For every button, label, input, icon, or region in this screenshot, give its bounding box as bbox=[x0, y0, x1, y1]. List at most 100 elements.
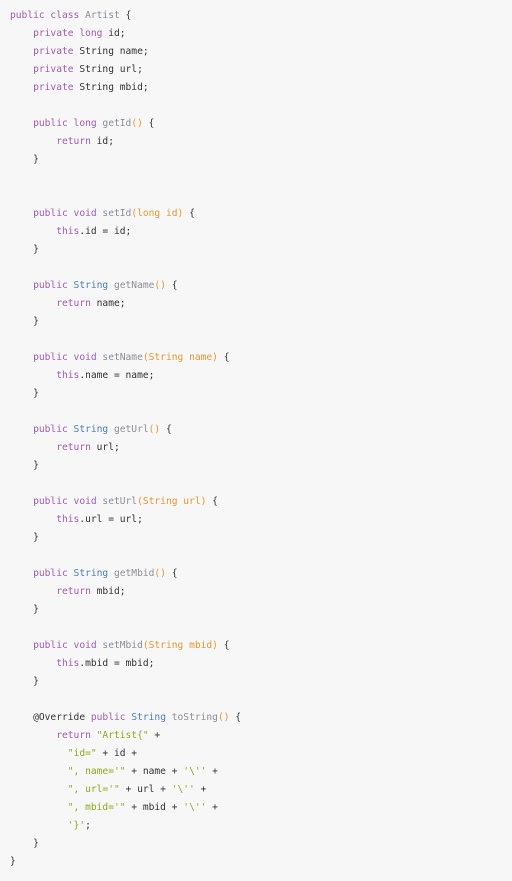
code-token-keyword: public void bbox=[33, 208, 103, 219]
code-token-keyword: private bbox=[33, 82, 80, 93]
code-token-annotation: @Override bbox=[33, 712, 91, 723]
code-token-string-literal: '\'' bbox=[183, 766, 207, 777]
code-line: private String name; bbox=[10, 43, 241, 61]
code-token-code-text: + bbox=[206, 766, 218, 777]
code-line: } bbox=[10, 853, 241, 871]
code-token-code-text bbox=[10, 118, 33, 129]
code-line: '}'; bbox=[10, 817, 241, 835]
code-token-parameters: () bbox=[148, 424, 161, 435]
code-line: public String getUrl() { bbox=[10, 421, 241, 439]
code-token-function-name: getMbid bbox=[113, 568, 155, 579]
code-token-parameters: (long id) bbox=[131, 208, 184, 219]
code-token-code-text bbox=[10, 748, 68, 759]
code-token-parameters: () bbox=[154, 280, 166, 291]
code-line: private String url; bbox=[10, 61, 241, 79]
code-token-code-text bbox=[10, 46, 33, 57]
code-token-code-text: { bbox=[160, 424, 172, 435]
code-line: public String getName() { bbox=[10, 277, 241, 295]
code-token-code-text: + bbox=[194, 784, 207, 795]
code-token-code-text: + mbid + bbox=[125, 802, 184, 813]
code-token-parameters: (String mbid) bbox=[142, 640, 218, 651]
code-token-code-text bbox=[10, 28, 33, 39]
code-token-code-text: } bbox=[10, 460, 39, 471]
code-line: this.mbid = mbid; bbox=[10, 655, 241, 673]
code-token-code-text: name; bbox=[96, 298, 126, 309]
code-token-code-text bbox=[10, 514, 56, 525]
code-token-code-text: } bbox=[10, 532, 39, 543]
code-line: ​ bbox=[10, 259, 241, 277]
code-token-function-name: setName bbox=[102, 352, 143, 363]
code-token-code-text bbox=[10, 82, 33, 93]
code-token-code-text: url; bbox=[96, 442, 120, 453]
code-token-type: String bbox=[73, 424, 114, 435]
code-token-parameters: (String name) bbox=[142, 352, 218, 363]
code-line: ​ bbox=[10, 619, 241, 637]
code-token-keyword: public bbox=[33, 424, 74, 435]
code-token-type: String bbox=[73, 280, 114, 291]
code-token-code-text bbox=[10, 136, 56, 147]
code-token-code-text: + name + bbox=[125, 766, 184, 777]
code-token-string-literal: ", url='" bbox=[67, 784, 120, 795]
code-line: ​ bbox=[10, 691, 241, 709]
code-token-keyword: public bbox=[90, 712, 132, 723]
code-line: "id=" + id + bbox=[10, 745, 241, 763]
code-token-code-text: String url; bbox=[79, 64, 143, 75]
code-token-keyword: private long bbox=[33, 28, 109, 39]
code-token-code-text: } bbox=[10, 856, 16, 867]
code-token-code-text: } bbox=[10, 604, 39, 615]
code-line: public long getId() { bbox=[10, 115, 241, 133]
code-block[interactable]: public class Artist { private long id; p… bbox=[10, 7, 241, 871]
code-line: ​ bbox=[10, 403, 241, 421]
code-line: return name; bbox=[10, 295, 241, 313]
code-token-code-text: String mbid; bbox=[79, 82, 149, 93]
code-token-code-text: + url + bbox=[119, 784, 172, 795]
code-token-function-name: setMbid bbox=[102, 640, 143, 651]
code-token-keyword: return bbox=[56, 442, 97, 453]
code-token-code-text bbox=[10, 298, 56, 309]
code-token-code-text bbox=[10, 280, 33, 291]
code-token-code-text: } bbox=[10, 838, 39, 849]
code-line: public void setMbid(String mbid) { bbox=[10, 637, 241, 655]
code-token-type: String bbox=[73, 568, 114, 579]
code-token-code-text: { bbox=[119, 10, 132, 21]
code-token-code-text: } bbox=[10, 244, 39, 255]
code-token-parameters: (String url) bbox=[137, 496, 207, 507]
code-token-code-text bbox=[10, 568, 33, 579]
code-token-code-text bbox=[10, 640, 33, 651]
code-line: ​ bbox=[10, 547, 241, 565]
code-line: } bbox=[10, 241, 241, 259]
code-token-code-text: String name; bbox=[79, 46, 149, 57]
code-token-code-text: } bbox=[10, 388, 39, 399]
code-token-code-text bbox=[10, 424, 33, 435]
code-line: return mbid; bbox=[10, 583, 241, 601]
code-line: return id; bbox=[10, 133, 241, 151]
code-line: } bbox=[10, 313, 241, 331]
code-line: public class Artist { bbox=[10, 7, 241, 25]
code-line: this.id = id; bbox=[10, 223, 241, 241]
code-token-string-literal: '}' bbox=[67, 820, 86, 831]
code-token-code-text bbox=[10, 820, 68, 831]
code-token-code-text bbox=[10, 712, 33, 723]
code-token-code-text: { bbox=[217, 352, 230, 363]
code-token-function-name: setUrl bbox=[102, 496, 138, 507]
code-token-code-text bbox=[10, 496, 33, 507]
code-token-code-text: mbid; bbox=[96, 586, 126, 597]
code-token-keyword: return bbox=[56, 586, 97, 597]
code-token-code-text bbox=[10, 370, 56, 381]
code-token-function-name: getId bbox=[102, 118, 132, 129]
code-line: } bbox=[10, 457, 241, 475]
code-token-keyword: this bbox=[56, 226, 80, 237]
code-token-code-text: .id = id; bbox=[79, 226, 132, 237]
code-token-code-text: { bbox=[165, 280, 178, 291]
code-line: return "Artist{" + bbox=[10, 727, 241, 745]
code-line: public void setName(String name) { bbox=[10, 349, 241, 367]
code-line: public void setUrl(String url) { bbox=[10, 493, 241, 511]
code-token-code-text: .url = url; bbox=[79, 514, 143, 525]
code-token-code-text: { bbox=[183, 208, 195, 219]
code-token-code-text: { bbox=[142, 118, 155, 129]
code-line: public void setId(long id) { bbox=[10, 205, 241, 223]
code-token-code-text: } bbox=[10, 676, 39, 687]
code-line: ​ bbox=[10, 97, 241, 115]
code-token-function-name: getName bbox=[113, 280, 155, 291]
code-token-string-literal: ", name='" bbox=[67, 766, 126, 777]
